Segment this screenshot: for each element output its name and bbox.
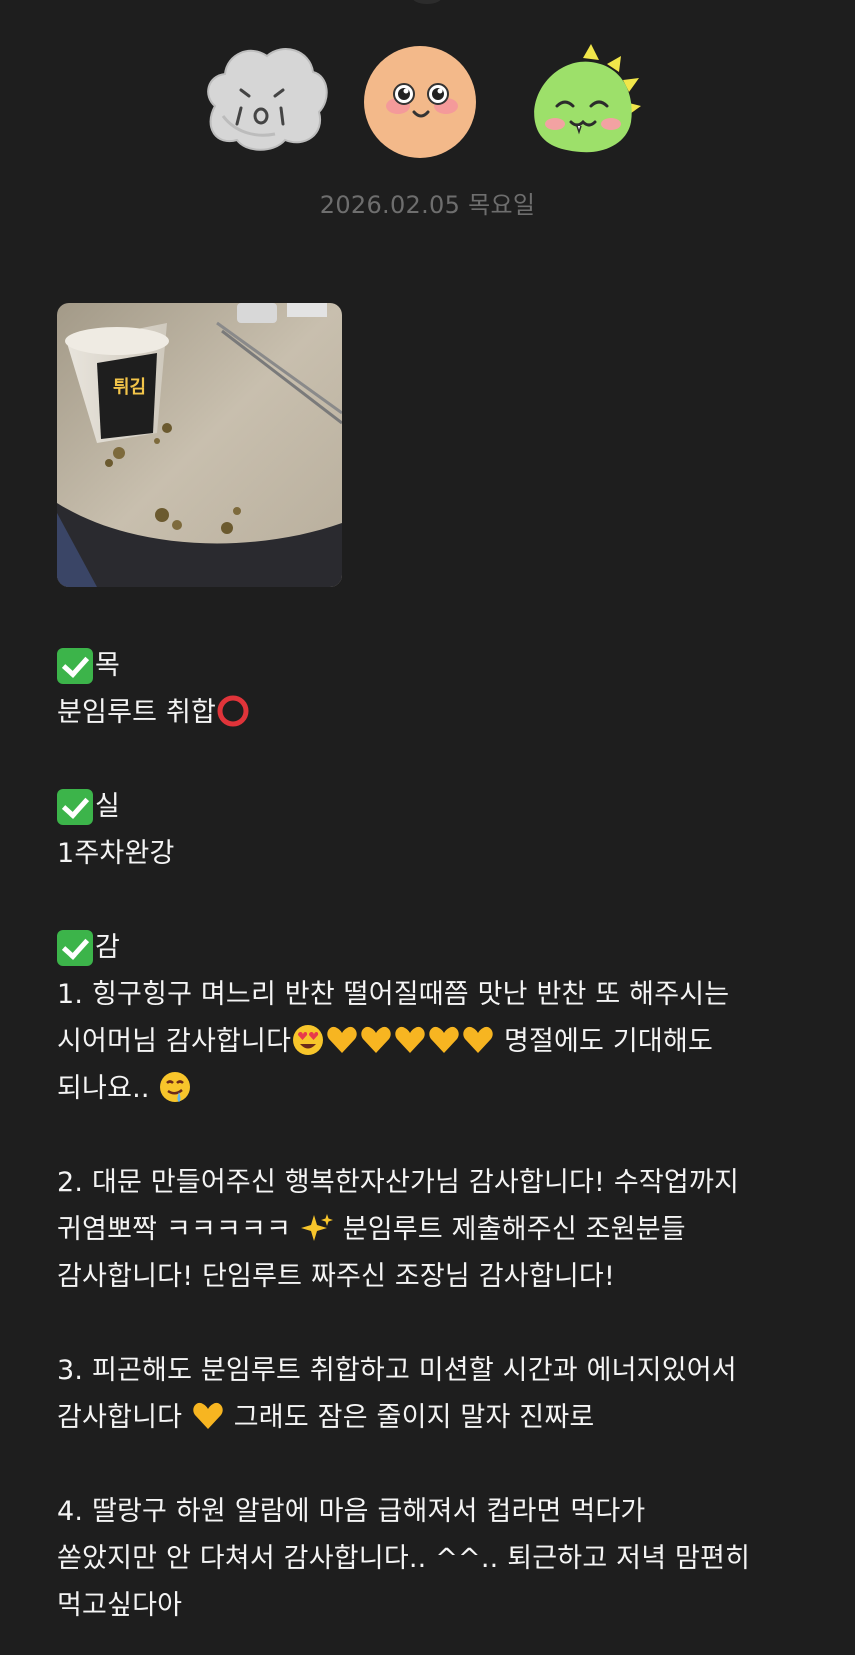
check-mark-icon xyxy=(57,788,93,825)
section-mok-text: 분임루트 취합 xyxy=(57,689,817,736)
section-sil-text: 1주차완강 xyxy=(57,838,175,869)
mok-text: 분임루트 취합 xyxy=(57,697,217,728)
gratitude-3-line-2: 감사합니다 그래도 잠은 줄이지 말자 진짜로 xyxy=(57,1394,817,1441)
gratitude-3-line-1: 3. 피곤해도 분임루트 취합하고 미션할 시간과 에너지있어서 xyxy=(57,1355,737,1386)
yellow-heart-icon xyxy=(359,1023,393,1057)
top-handle xyxy=(412,0,442,4)
gratitude-4-line-2: 쏟았지만 안 다쳐서 감사합니다.. ^^.. 퇴근하고 저녁 맘편히 xyxy=(57,1543,751,1574)
gratitude-2-text-b: 분임루트 제출해주신 조원분들 xyxy=(333,1214,686,1245)
gray-blob-avatar[interactable] xyxy=(195,36,335,161)
entry-content: 목 분임루트 취합 실 1주차완강 감 1. 힝구힝구 며느리 반찬 떨어질때쯤… xyxy=(57,642,817,1629)
heart-eyes-emoji-icon xyxy=(291,1023,325,1057)
entry-date: 2026.02.05 목요일 xyxy=(319,191,536,219)
red-circle-icon xyxy=(216,694,250,728)
yellow-heart-icon xyxy=(427,1023,461,1057)
gratitude-1-text-a: 시어머님 감사합니다 xyxy=(57,1026,292,1057)
section-sil-label: 실 xyxy=(95,791,121,822)
mood-avatar-row xyxy=(0,30,855,160)
sparkles-icon xyxy=(300,1211,334,1245)
attached-photo[interactable]: 튀김 xyxy=(57,303,342,587)
section-mok-title: 목 xyxy=(57,642,817,689)
svg-text:튀김: 튀김 xyxy=(113,377,146,398)
green-dino-avatar[interactable] xyxy=(525,36,665,161)
section-gam-title: 감 xyxy=(57,924,817,971)
gratitude-3-text-b: 그래도 잠은 줄이지 말자 진짜로 xyxy=(224,1402,595,1433)
gratitude-2-line-2: 귀염뽀짝 ㅋㅋㅋㅋㅋ 분임루트 제출해주신 조원분들 xyxy=(57,1206,817,1253)
drooling-face-icon xyxy=(158,1070,192,1104)
section-mok-label: 목 xyxy=(95,650,121,681)
yellow-heart-icon xyxy=(393,1023,427,1057)
gratitude-4-line-3: 먹고싶다아 xyxy=(57,1590,183,1621)
gratitude-4-line-1: 4. 딸랑구 하원 알람에 마음 급해져서 컵라면 먹다가 xyxy=(57,1496,646,1527)
gratitude-2-line-3: 감사합니다! 단임루트 짜주신 조장님 감사합니다! xyxy=(57,1261,615,1292)
cup-ramen-photo-image: 튀김 xyxy=(57,303,342,587)
gratitude-1-line-1: 1. 힝구힝구 며느리 반찬 떨어질때쯤 맛난 반찬 또 해주시는 xyxy=(57,979,730,1010)
yellow-heart-icon xyxy=(325,1023,359,1057)
yellow-heart-icon xyxy=(191,1399,225,1433)
section-gam-label: 감 xyxy=(95,932,121,963)
section-sil-title: 실 xyxy=(57,783,817,830)
gratitude-1-line-3: 되나요.. xyxy=(57,1065,817,1112)
check-mark-icon xyxy=(57,929,93,966)
gratitude-1-line-2: 시어머님 감사합니다 명절에도 기대해도 xyxy=(57,1018,817,1065)
check-mark-icon xyxy=(57,647,93,684)
gratitude-2-text-a: 귀염뽀짝 ㅋㅋㅋㅋㅋ xyxy=(57,1214,300,1245)
peach-face-avatar[interactable] xyxy=(358,36,498,161)
gratitude-2-line-1: 2. 대문 만들어주신 행복한자산가님 감사합니다! 수작업까지 xyxy=(57,1167,740,1198)
gratitude-1-text-b: 명절에도 기대해도 xyxy=(495,1026,714,1057)
gratitude-1-text-c: 되나요.. xyxy=(57,1073,159,1104)
gratitude-3-text-a: 감사합니다 xyxy=(57,1402,191,1433)
yellow-heart-icon xyxy=(461,1023,495,1057)
